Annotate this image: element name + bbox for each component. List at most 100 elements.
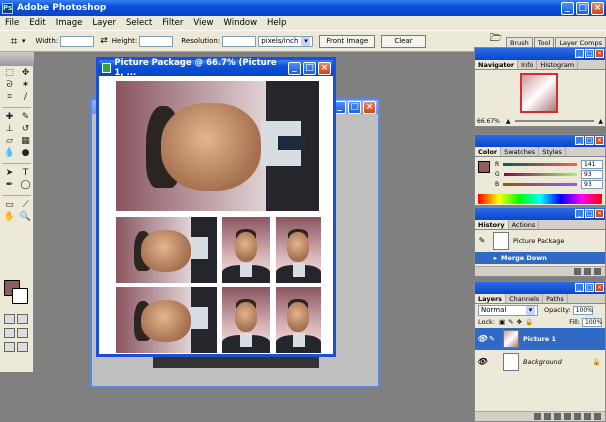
layers-close-button[interactable]: × (595, 283, 604, 292)
eraser-tool-icon[interactable]: ▱ (2, 136, 17, 147)
swap-dimensions-icon[interactable]: ⇄ (100, 36, 108, 46)
app-title-bar[interactable]: Ps Adobe Photoshop _ □ × (0, 0, 606, 16)
tab-layers[interactable]: Layers (475, 294, 507, 303)
menu-file[interactable]: File (0, 18, 24, 28)
lock-brush-icon[interactable]: ✎ (508, 318, 513, 326)
history-brush-source-icon[interactable]: ✎ (477, 236, 487, 246)
resolution-input[interactable] (222, 35, 257, 47)
minimize-button[interactable]: _ (561, 1, 574, 15)
history-minimize-button[interactable]: _ (575, 209, 584, 218)
resolution-unit-select[interactable]: pixels/inch ▾ (258, 35, 314, 47)
history-brush-icon[interactable]: ↺ (18, 124, 33, 135)
history-maximize-button[interactable]: □ (585, 209, 594, 218)
menu-edit[interactable]: Edit (24, 18, 50, 28)
doc2-close-button[interactable]: × (363, 100, 376, 114)
clear-button[interactable]: Clear (381, 34, 426, 48)
close-button[interactable]: × (591, 1, 604, 15)
blue-slider[interactable] (503, 182, 577, 186)
brush-tool-icon[interactable]: ✎ (18, 112, 33, 123)
red-slider[interactable] (503, 162, 577, 166)
menu-view[interactable]: View (188, 18, 218, 28)
zoom-tool-icon[interactable]: 🔍 (18, 212, 33, 223)
green-value-input[interactable]: 93 (581, 169, 603, 179)
tab-navigator[interactable]: Navigator (475, 60, 519, 69)
file-browser-icon[interactable]: 🗁 (487, 34, 505, 46)
layer-name[interactable]: Background (523, 358, 562, 366)
hand-tool-icon[interactable]: ✋ (2, 212, 17, 223)
tab-color[interactable]: Color (475, 147, 502, 156)
menu-image[interactable]: Image (51, 18, 88, 28)
new-layer-icon[interactable] (584, 413, 591, 420)
tab-info[interactable]: Info (518, 60, 538, 69)
new-document-icon[interactable] (574, 268, 581, 275)
green-slider[interactable] (503, 172, 577, 176)
zoom-slider[interactable] (514, 120, 595, 122)
visibility-eye-icon[interactable]: 👁 (477, 334, 487, 344)
quick-mask-toggle[interactable] (4, 314, 30, 324)
stamp-tool-icon[interactable]: ⊥ (2, 124, 17, 135)
marquee-tool-icon[interactable]: ⬚ (2, 68, 17, 79)
tab-channels[interactable]: Channels (506, 294, 544, 303)
background-color-swatch[interactable] (12, 288, 28, 304)
navigator-maximize-button[interactable]: □ (585, 49, 594, 58)
doc2-maximize-button[interactable]: □ (348, 100, 361, 114)
crop-tool-icon[interactable]: ⌗ (2, 92, 17, 103)
visibility-eye-icon[interactable]: 👁 (477, 357, 487, 367)
link-layers-icon[interactable] (534, 413, 541, 420)
layer-style-icon[interactable] (544, 413, 551, 420)
feather-icon[interactable] (0, 52, 34, 66)
maximize-button[interactable]: □ (576, 1, 589, 15)
color-close-button[interactable]: × (595, 136, 604, 145)
lasso-tool-icon[interactable]: ᘐ (2, 80, 17, 91)
lock-move-icon[interactable]: ✥ (517, 318, 522, 326)
color-minimize-button[interactable]: _ (575, 136, 584, 145)
gradient-tool-icon[interactable]: ▦ (18, 136, 33, 147)
lock-transparency-icon[interactable]: ▣ (499, 318, 505, 326)
blue-value-input[interactable]: 93 (581, 179, 603, 189)
width-input[interactable] (60, 35, 95, 47)
front-image-button[interactable]: Front Image (319, 34, 376, 48)
menu-select[interactable]: Select (121, 18, 157, 28)
document-canvas[interactable] (114, 79, 321, 354)
move-tool-icon[interactable]: ✥ (18, 68, 33, 79)
tab-actions[interactable]: Actions (509, 220, 540, 229)
layer-row-picture-1[interactable]: 👁 ✎ Picture 1 (475, 328, 605, 350)
tab-paths[interactable]: Paths (543, 294, 568, 303)
lock-all-icon[interactable]: 🔒 (525, 318, 533, 326)
navigator-close-button[interactable]: × (595, 49, 604, 58)
layer-mask-icon[interactable] (554, 413, 561, 420)
opacity-input[interactable]: 100% (572, 305, 593, 315)
doc-close-button[interactable]: × (318, 61, 331, 75)
eyedropper-tool-icon[interactable]: ⟋ (18, 200, 33, 211)
history-close-button[interactable]: × (595, 209, 604, 218)
history-item-snapshot[interactable]: ✎ Picture Package (475, 230, 605, 252)
pen-tool-icon[interactable]: ✒ (2, 180, 17, 191)
trash-icon[interactable] (594, 413, 601, 420)
layers-maximize-button[interactable]: □ (585, 283, 594, 292)
zoom-out-icon[interactable]: ▲ (506, 118, 511, 125)
tool-preset-arrow-icon[interactable]: ▾ (22, 37, 26, 45)
color-ramp[interactable] (478, 194, 602, 204)
crop-tool-icon[interactable]: ⌗ (6, 33, 22, 49)
tab-histogram[interactable]: Histogram (537, 60, 579, 69)
slice-tool-icon[interactable]: ∕ (18, 92, 33, 103)
blend-mode-select[interactable]: Normal ▾ (478, 304, 538, 316)
red-value-input[interactable]: 141 (581, 159, 603, 169)
tab-swatches[interactable]: Swatches (501, 147, 540, 156)
dodge-tool-icon[interactable]: ● (18, 148, 33, 159)
tab-history[interactable]: History (475, 220, 509, 229)
doc-maximize-button[interactable]: □ (303, 61, 316, 75)
trash-icon[interactable] (594, 268, 601, 275)
color-maximize-button[interactable]: □ (585, 136, 594, 145)
zoom-in-icon[interactable]: ▲ (598, 118, 603, 125)
tab-styles[interactable]: Styles (539, 147, 566, 156)
blur-tool-icon[interactable]: 💧 (2, 148, 17, 159)
new-snapshot-icon[interactable] (584, 268, 591, 275)
menu-window[interactable]: Window (219, 18, 263, 28)
type-tool-icon[interactable]: T (18, 168, 33, 179)
magic-wand-tool-icon[interactable]: ✶ (18, 80, 33, 91)
menu-help[interactable]: Help (262, 18, 291, 28)
menu-layer[interactable]: Layer (87, 18, 121, 28)
jump-to-imageready[interactable] (4, 342, 30, 352)
new-group-icon[interactable] (564, 413, 571, 420)
